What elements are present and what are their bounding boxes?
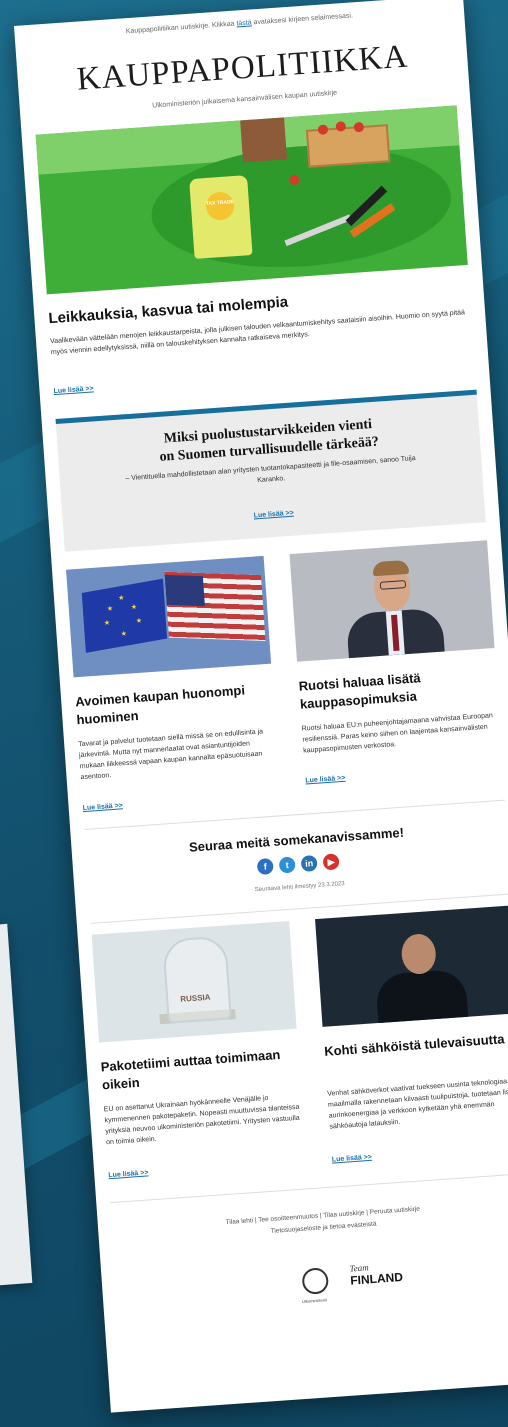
article-title[interactable]: Kohti sähköistä tulevaisuutta [324,1030,508,1061]
star-icon: ★ [106,605,114,613]
newsletter-page: Kauppapoliitiikan uutiskirje. Klikkaa tä… [14,0,508,1413]
star-icon: ★ [117,594,125,603]
us-flag-canton [164,574,205,607]
article-body: Tavarat ja palvelut tuotetaan siellä mis… [78,728,264,782]
ministry-caption: Ulkoministeriö [301,1297,328,1305]
article-body: Ruotsi haluaa EU:n puheenjohtajamaana va… [301,712,493,755]
tree-trunk-icon [240,117,287,163]
preheader-text-after: avataksesi kirjeen selaimessasi. [253,12,354,27]
article-read-more-link[interactable]: Lue lisää >> [305,775,345,785]
star-icon: ★ [103,619,111,628]
preheader-text: Kauppapoliitiikan uutiskirje. Klikkaa [125,20,235,36]
twitter-icon[interactable]: t [278,856,296,874]
bell-jar-image[interactable]: RUSSIA [91,920,297,1043]
masthead-title: KAUPPAPOLITIIKKA [75,38,410,98]
team-finland-logo: FINLAND [349,1269,404,1288]
section-divider [110,1172,508,1204]
article-read-more-link[interactable]: Lue lisää >> [332,1154,372,1164]
feature-box: Miksi puolustustarvikkeiden vienti on Su… [55,389,486,552]
eu-flag-icon [81,578,168,653]
article-read-more-link[interactable]: Lue lisää >> [83,802,123,812]
article-title[interactable]: Avoimen kaupan huonompi huominen [75,680,267,729]
portrait-face [400,932,438,976]
linkedin-icon[interactable]: in [300,854,318,872]
facebook-icon[interactable]: f [256,857,274,876]
portrait-image[interactable] [315,905,508,1027]
portrait-jacket [375,968,469,1027]
star-icon: ★ [135,617,143,625]
portrait-hair [372,559,410,577]
bell-jar-icon [162,935,232,1024]
preheader: Kauppapoliitiikan uutiskirje. Klikkaa tä… [15,5,464,43]
article-read-more-link[interactable]: Lue lisää >> [108,1169,148,1179]
portrait-image[interactable] [289,540,495,662]
lead-article-read-more-link[interactable]: Lue lisää >> [53,385,93,395]
ministry-seal-icon [301,1267,330,1295]
youtube-icon[interactable]: ▶ [322,853,340,871]
star-icon: ★ [130,603,138,612]
feature-read-more-link[interactable]: Lue lisää >> [253,510,293,520]
star-icon: ★ [120,630,128,639]
article-body: EU on asettanut Ukrainaan hyökänneelle V… [103,1094,300,1147]
article-title[interactable]: Pakotetiimi auttaa toimimaan oikein [100,1045,292,1094]
article-body: Venhat sähköverkot vaativat tuekseen uus… [327,1077,508,1131]
hero-illustration[interactable]: TAX TRADE [35,105,468,295]
article-title[interactable]: Ruotsi haluaa lisätä kauppasopimuksia [298,665,490,714]
flags-image[interactable]: ★ ★ ★ ★ ★ ★ [66,555,272,678]
preheader-link[interactable]: tästä [236,19,252,27]
